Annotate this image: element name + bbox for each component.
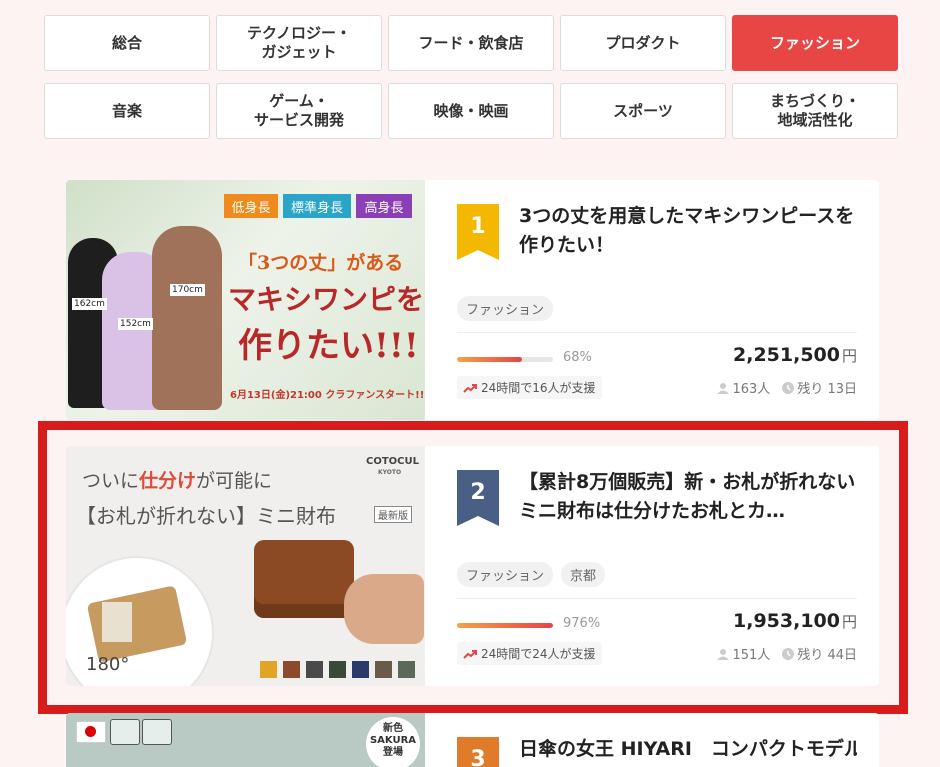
feature-icon-2 [142, 719, 172, 745]
tab-community-development[interactable]: まちづくり・ 地域活性化 [732, 83, 898, 139]
height-label-2: 152cm [118, 318, 153, 330]
recent-support-text-1: 24時間で16人が支援 [481, 381, 596, 395]
model-figure-brown [152, 226, 222, 410]
new-color-name: SAKURA [369, 735, 417, 746]
badge-tall: 高身長 [356, 194, 412, 218]
project-thumbnail-1[interactable]: 162cm 152cm 170cm 低身長 標準身長 高身長 「3つの丈」がある… [66, 180, 425, 420]
badge-short: 低身長 [224, 194, 278, 218]
project-title-1[interactable]: 3つの丈を用意したマキシワンピースを作りたい！ [519, 202, 857, 260]
image-footer-text: 6月13日(金)21:00 クラファンスタート!! [230, 390, 425, 401]
rank-number-1: 1 [470, 214, 486, 239]
project-thumbnail-3[interactable]: 新色 SAKURA 登場 [66, 713, 425, 767]
highlight-frame [38, 421, 908, 714]
image-headline-1: 「3つの丈」がある [238, 252, 404, 274]
badge-standard: 標準身長 [283, 194, 351, 218]
image-headline-2: マキシワンピを [228, 283, 425, 316]
progress-percent-1: 68% [563, 350, 592, 365]
tab-video-film[interactable]: 映像・映画 [388, 83, 554, 139]
image-headline-3: 作りたい!!! [238, 326, 419, 366]
tab-technology-gadget[interactable]: テクノロジー・ ガジェット [216, 15, 382, 71]
tab-food-restaurant[interactable]: フード・飲食店 [388, 15, 554, 71]
project-title-3[interactable]: 日傘の女王 HIYARI コンパクトモデル [519, 735, 857, 764]
progress-fill-1 [457, 357, 523, 362]
tag-list-1: ファッション [457, 296, 554, 321]
project-card-1[interactable]: 162cm 152cm 170cm 低身長 標準身長 高身長 「3つの丈」がある… [66, 180, 879, 420]
tab-product[interactable]: プロダクト [560, 15, 726, 71]
tab-general[interactable]: 総合 [44, 15, 210, 71]
japan-flag-icon [76, 721, 106, 743]
feature-icon-1 [110, 719, 140, 745]
days-remaining-1: 残り 13日 [797, 382, 857, 397]
tab-game-service[interactable]: ゲーム・ サービス開発 [216, 83, 382, 139]
project-info-1: 1 3つの丈を用意したマキシワンピースを作りたい！ ファッション 68% 2,2… [457, 180, 857, 420]
tab-fashion[interactable]: ファッション [732, 15, 898, 71]
height-label-1: 162cm [72, 298, 107, 310]
recent-support-1: 24時間で16人が支援 [457, 376, 602, 399]
rank-number-3: 3 [470, 747, 486, 767]
project-info-3: 3 日傘の女王 HIYARI コンパクトモデル [457, 713, 857, 767]
tag-fashion[interactable]: ファッション [457, 296, 554, 321]
tab-music[interactable]: 音楽 [44, 83, 210, 139]
rank-badge-3: 3 [457, 737, 499, 767]
height-label-3: 170cm [170, 284, 205, 296]
currency-1: 円 [841, 347, 857, 365]
project-meta-1: 163人 残り 13日 [717, 378, 857, 397]
amount-value-1: 2,251,500 [733, 344, 840, 366]
new-color-badge: 新色 SAKURA 登場 [366, 717, 420, 767]
new-color-sub: 登場 [383, 747, 403, 758]
new-color-label: 新色 [383, 723, 403, 734]
funding-amount-1: 2,251,500 円 [733, 344, 857, 366]
project-card-3[interactable]: 新色 SAKURA 登場 3 日傘の女王 HIYARI コンパクトモデル [66, 713, 879, 767]
trend-up-icon [463, 383, 477, 393]
divider [457, 332, 857, 333]
category-tabs: 総合 テクノロジー・ ガジェット フード・飲食店 プロダクト ファッション 音楽… [44, 15, 900, 139]
backers-count-1: 163人 [732, 382, 771, 397]
progress-bar-1 [457, 357, 553, 362]
clock-icon [782, 381, 795, 394]
person-icon [717, 382, 730, 394]
tab-sports[interactable]: スポーツ [560, 83, 726, 139]
rank-badge-1: 1 [457, 204, 499, 260]
